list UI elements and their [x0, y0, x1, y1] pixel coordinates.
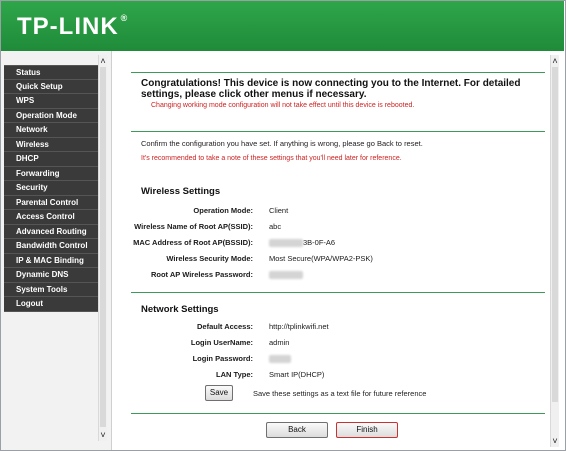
redacted-mac-prefix [269, 239, 303, 248]
sidebar-item-security[interactable]: Security [4, 181, 99, 196]
sidebar-item-ip-mac-binding[interactable]: IP & MAC Binding [4, 253, 99, 268]
operation-mode-value: Client [269, 206, 289, 215]
confirm-text: Confirm the configuration you have set. … [141, 139, 423, 148]
sidebar-item-network[interactable]: Network [4, 123, 99, 138]
reboot-warning: Changing working mode configuration will… [151, 102, 415, 109]
back-button[interactable]: Back [266, 422, 328, 438]
logo-text: TP-LINK [17, 13, 119, 40]
sidebar-scrollbar[interactable]: ˄ ˅ [98, 55, 107, 441]
sidebar-item-system-tools[interactable]: System Tools [4, 282, 99, 297]
scroll-down-arrow-icon[interactable]: ˅ [99, 430, 107, 440]
network-settings-title: Network Settings [141, 304, 219, 315]
bssid-value: 3B-0F-A6 [269, 238, 336, 248]
sidebar-item-advanced-routing[interactable]: Advanced Routing [4, 224, 99, 239]
operation-mode-label: Operation Mode: [193, 206, 253, 215]
login-username-label: Login UserName: [190, 338, 253, 347]
bssid-value-suffix: 3B-0F-A6 [303, 238, 336, 247]
header-bar: TP-LINK ® [1, 1, 564, 51]
scrollbar-thumb[interactable] [552, 67, 558, 402]
scrollbar-thumb[interactable] [100, 67, 106, 427]
ssid-label: Wireless Name of Root AP(SSID): [134, 222, 253, 231]
login-username-value: admin [269, 338, 290, 347]
login-password-value [269, 354, 291, 364]
security-mode-label: Wireless Security Mode: [166, 254, 253, 263]
finish-button[interactable]: Finish [336, 422, 398, 438]
default-access-label: Default Access: [197, 322, 253, 331]
sidebar-item-dynamic-dns[interactable]: Dynamic DNS [4, 268, 99, 283]
tp-link-logo: TP-LINK ® [17, 13, 128, 41]
sidebar-menu: Status Quick Setup WPS Operation Mode Networ… [4, 65, 99, 312]
content-scrollbar[interactable]: ˄ ˅ [550, 55, 559, 447]
root-ap-password-label: Root AP Wireless Password: [150, 270, 253, 279]
root-ap-password-value [269, 270, 303, 280]
sidebar-item-quick-setup[interactable]: Quick Setup [4, 79, 99, 94]
sidebar-item-logout[interactable]: Logout [4, 297, 99, 312]
congrats-line-1: Congratulations! This device is now conn… [141, 78, 521, 89]
sidebar: Status Quick Setup WPS Operation Mode Networ… [1, 51, 112, 450]
redacted-password [269, 271, 303, 280]
main-content: Congratulations! This device is now conn… [113, 51, 549, 450]
scroll-down-arrow-icon[interactable]: ˅ [551, 436, 559, 446]
sidebar-item-bandwidth-control[interactable]: Bandwidth Control [4, 239, 99, 254]
scroll-up-arrow-icon[interactable]: ˄ [99, 56, 107, 66]
divider [131, 72, 545, 73]
sidebar-item-wireless[interactable]: Wireless [4, 137, 99, 152]
sidebar-item-parental-control[interactable]: Parental Control [4, 195, 99, 210]
sidebar-item-dhcp[interactable]: DHCP [4, 152, 99, 167]
logo-registered-mark: ® [120, 13, 129, 23]
sidebar-item-wps[interactable]: WPS [4, 94, 99, 109]
ssid-value: abc [269, 222, 282, 231]
security-mode-value: Most Secure(WPA/WPA2-PSK) [269, 254, 373, 263]
save-hint: Save these settings as a text file for f… [253, 389, 427, 398]
sidebar-item-forwarding[interactable]: Forwarding [4, 166, 99, 181]
sidebar-item-access-control[interactable]: Access Control [4, 210, 99, 225]
default-access-value: http://tplinkwifi.net [269, 322, 329, 331]
lan-type-label: LAN Type: [216, 370, 253, 379]
bssid-label: MAC Address of Root AP(BSSID): [133, 238, 253, 247]
scroll-up-arrow-icon[interactable]: ˄ [551, 56, 559, 66]
note-text: It's recommended to take a note of these… [141, 155, 402, 162]
sidebar-item-operation-mode[interactable]: Operation Mode [4, 108, 99, 123]
redacted-password [269, 355, 291, 364]
sidebar-item-status[interactable]: Status [4, 65, 99, 80]
wireless-settings-title: Wireless Settings [141, 186, 221, 197]
congrats-line-2: settings, please click other menus if ne… [141, 89, 367, 100]
divider [131, 131, 545, 132]
divider [131, 292, 545, 293]
lan-type-value: Smart IP(DHCP) [269, 370, 325, 379]
login-password-label: Login Password: [192, 354, 253, 363]
divider [131, 413, 545, 414]
save-button[interactable]: Save [205, 385, 233, 401]
